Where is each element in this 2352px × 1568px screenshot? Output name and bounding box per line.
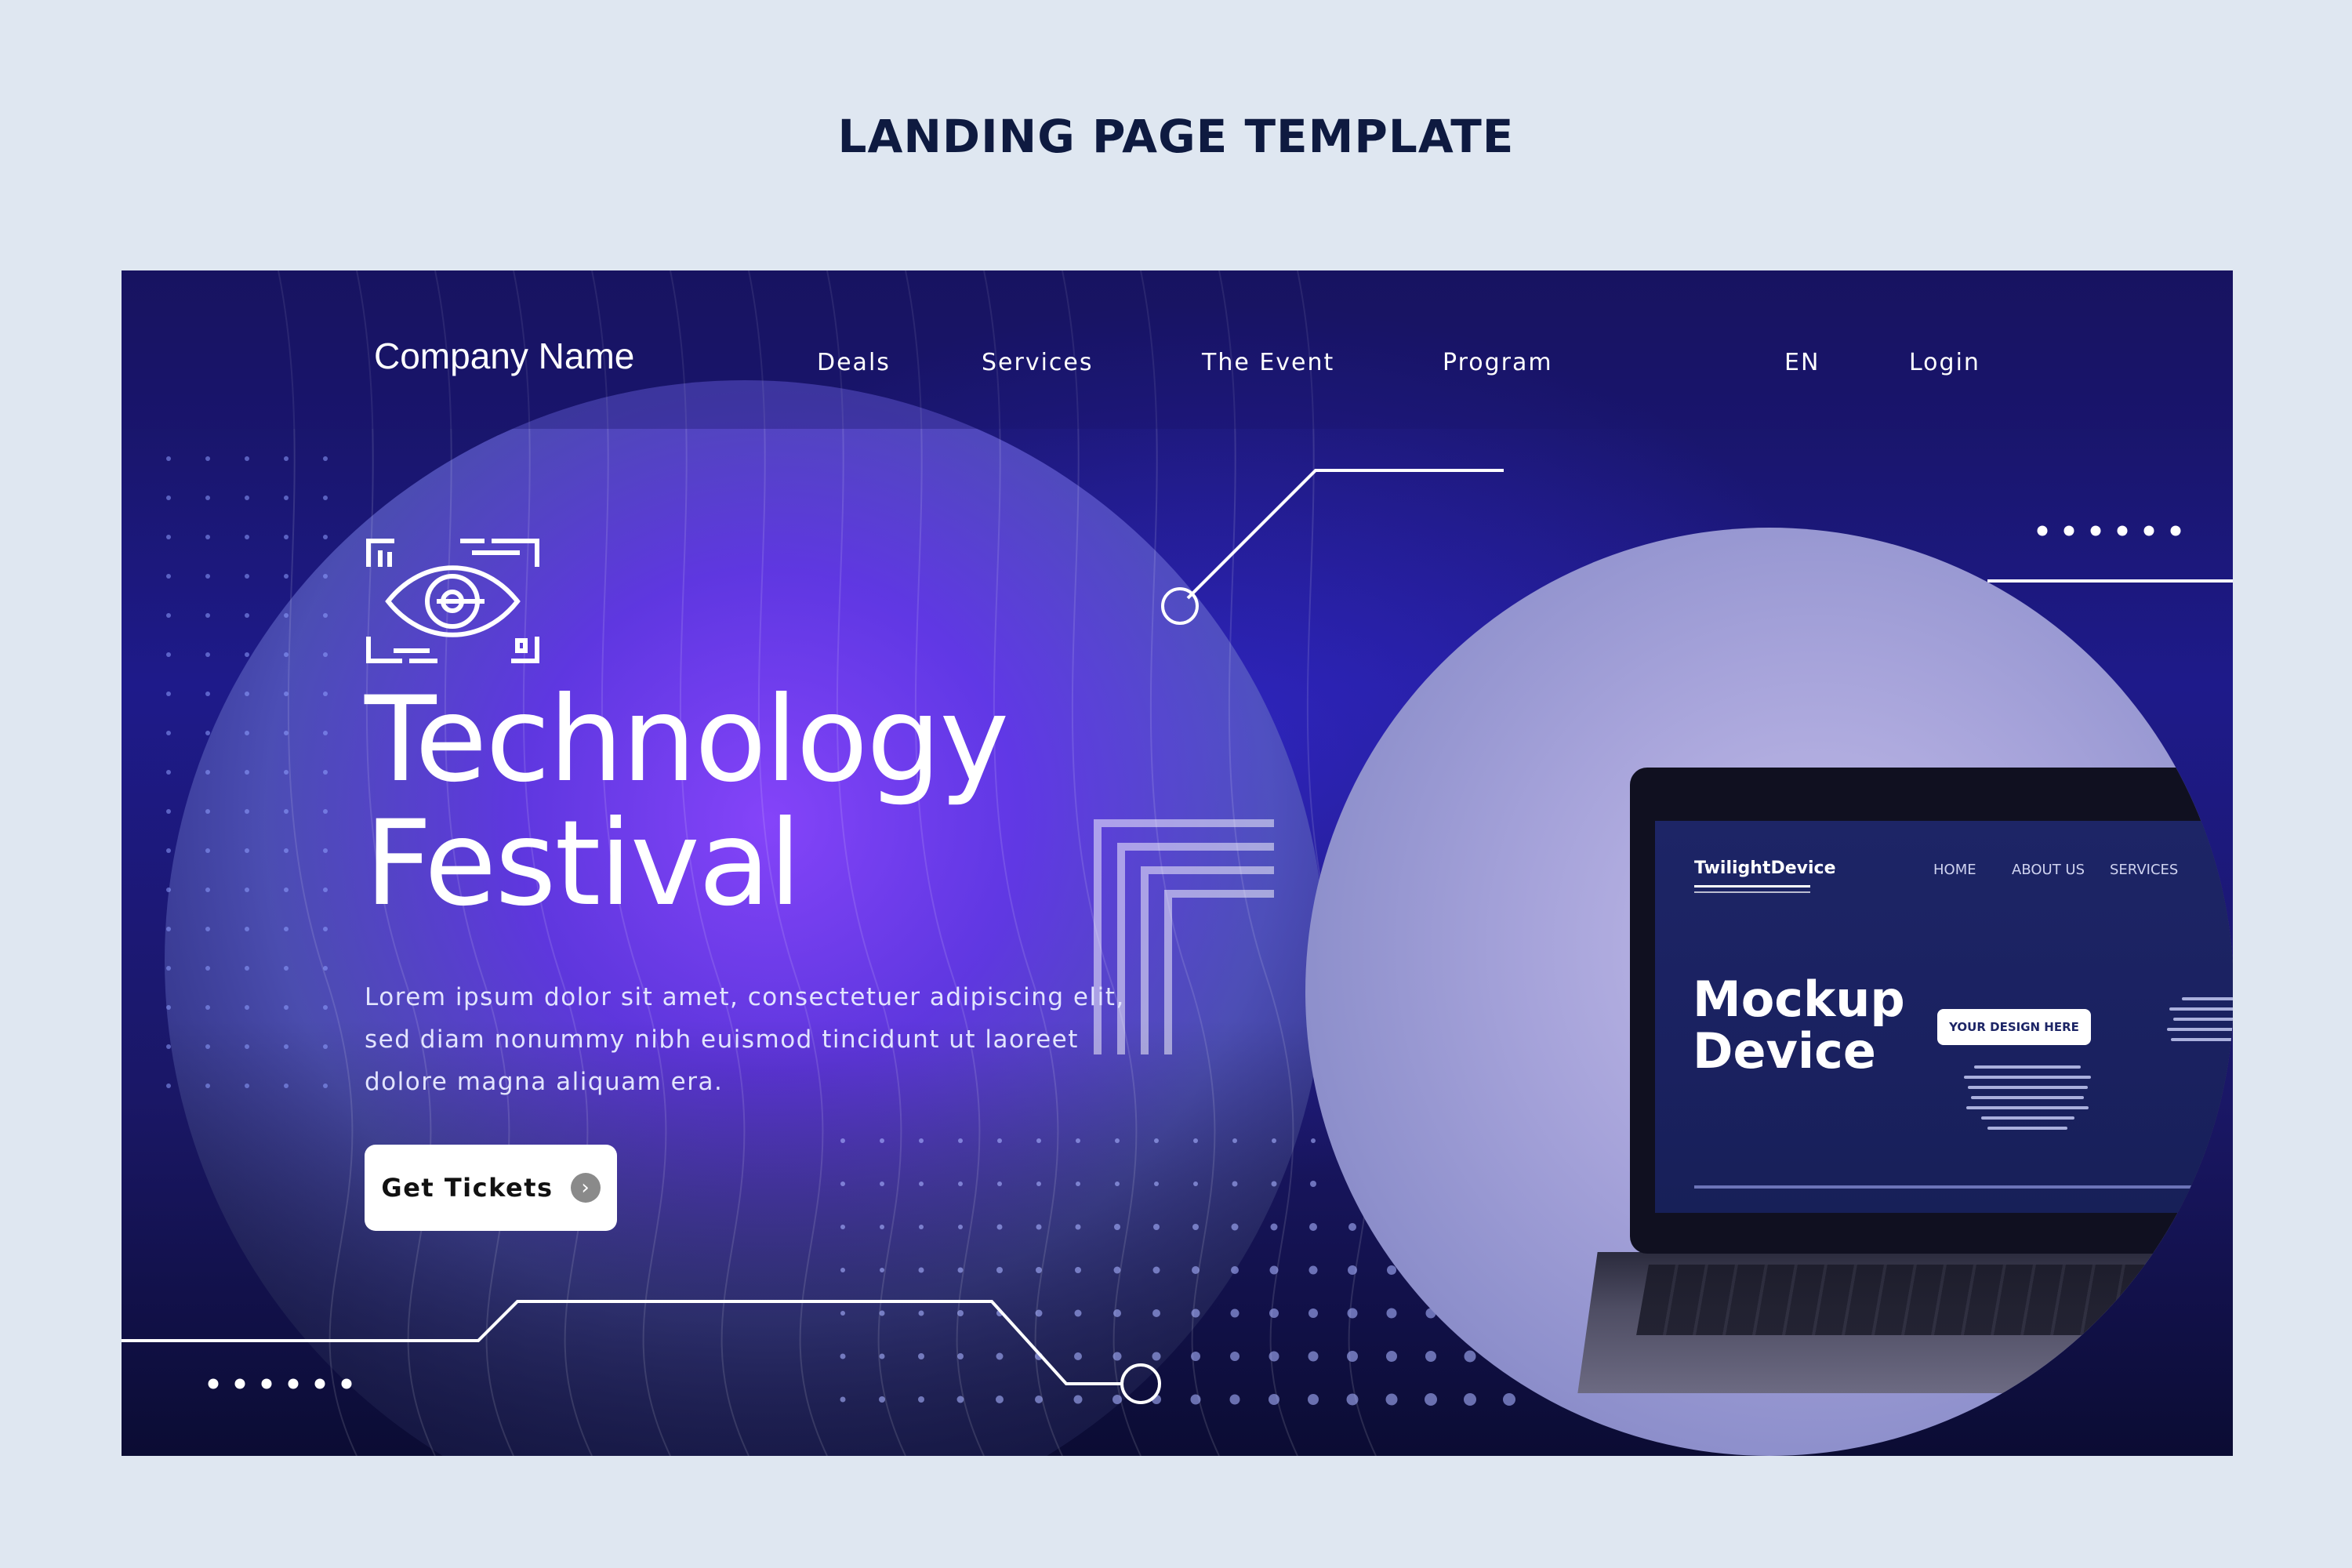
mockup-text-lines [1961,1065,2094,1137]
mockup-button: YOUR DESIGN HERE [1937,1009,2091,1045]
page-heading: LANDING PAGE TEMPLATE [837,110,1515,163]
mockup-nav-services: SERVICES [2110,862,2179,878]
laptop-screen: TwilightDevice HOME ABOUT US SERVICES Mo… [1655,821,2233,1213]
mockup-footer-line [1694,1185,2233,1189]
nav-services[interactable]: Services [982,349,1094,376]
navbar: Company Name Deals Services The Event Pr… [122,270,2233,429]
hero-title-line1: Technology [365,672,1009,808]
mockup-nav-about: ABOUT US [2012,862,2085,878]
nav-deals[interactable]: Deals [817,349,891,376]
hero-title: Technology Festival [365,672,1009,932]
hero-title-line2: Festival [365,796,801,932]
company-name[interactable]: Company Name [374,335,634,377]
laptop-lid: TwilightDevice HOME ABOUT US SERVICES Mo… [1630,768,2233,1254]
laptop-keyboard [1636,1265,2233,1335]
mockup-brand: TwilightDevice [1694,858,1836,878]
get-tickets-label: Get Tickets [381,1173,554,1203]
chevron-right-icon: › [570,1173,601,1203]
dots-row-left [208,1378,352,1389]
mockup-brand-underline [1694,885,1810,887]
laptop-mockup-image: TwilightDevice HOME ABOUT US SERVICES Mo… [1305,528,2233,1456]
hero-banner: Company Name Deals Services The Event Pr… [122,270,2233,1456]
nav-the-event[interactable]: The Event [1202,349,1334,376]
mockup-title-line1: Mockup [1693,971,1905,1028]
mockup-nav-home: HOME [1933,862,1976,878]
hero-description: Lorem ipsum dolor sit amet, consectetuer… [365,983,1125,1096]
eye-scan-icon [366,539,539,663]
mockup-title: Mockup Device [1693,974,1905,1077]
nav-program[interactable]: Program [1443,349,1553,376]
mockup-title-line2: Device [1693,1022,1876,1080]
mockup-brand-underline-2 [1694,891,1810,893]
login-link[interactable]: Login [1909,349,1980,376]
mockup-side-text [2165,997,2233,1048]
get-tickets-button[interactable]: Get Tickets › [365,1145,617,1231]
language-selector[interactable]: EN [1784,349,1820,376]
mockup-image-frame: TwilightDevice HOME ABOUT US SERVICES Mo… [1305,528,2233,1456]
